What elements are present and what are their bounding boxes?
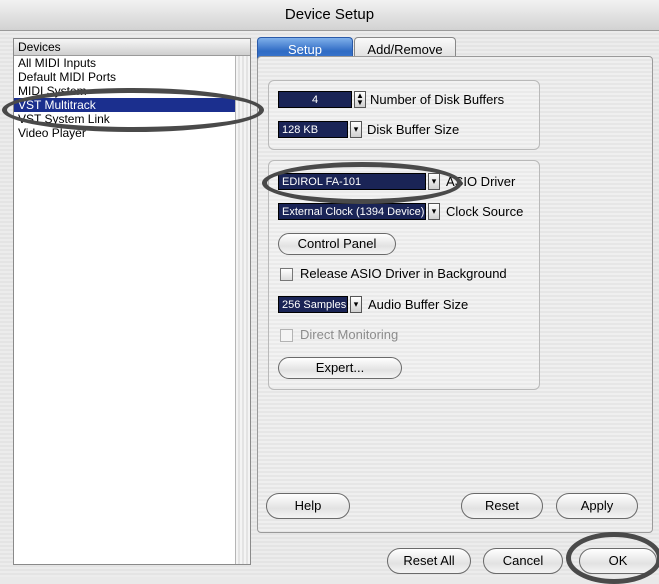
direct-monitoring-label: Direct Monitoring bbox=[300, 327, 399, 342]
asio-driver-label: ASIO Driver bbox=[446, 174, 516, 189]
apply-button[interactable]: Apply bbox=[556, 493, 638, 519]
device-list-scrollbar[interactable] bbox=[235, 56, 250, 564]
disk-buffers-label: Number of Disk Buffers bbox=[370, 92, 505, 107]
expert-button[interactable]: Expert... bbox=[278, 357, 402, 379]
release-driver-checkbox[interactable] bbox=[280, 268, 293, 281]
asio-driver-select[interactable]: EDIROL FA-101 bbox=[278, 173, 426, 190]
device-item-midi-system[interactable]: MIDI System bbox=[14, 84, 250, 98]
help-button[interactable]: Help bbox=[266, 493, 350, 519]
device-item-video-player[interactable]: Video Player bbox=[14, 126, 250, 140]
device-item-vst-multitrack[interactable]: VST Multitrack bbox=[14, 98, 250, 112]
direct-monitoring-checkbox[interactable] bbox=[280, 329, 293, 342]
asio-driver-dropdown-icon[interactable]: ▾ bbox=[428, 173, 440, 190]
clock-source-dropdown-icon[interactable]: ▾ bbox=[428, 203, 440, 220]
disk-buffer-size-select[interactable]: 128 KB bbox=[278, 121, 348, 138]
device-item-vst-system-link[interactable]: VST System Link bbox=[14, 112, 250, 126]
disk-buffer-size-label: Disk Buffer Size bbox=[367, 122, 460, 137]
device-list[interactable]: Devices All MIDI Inputs Default MIDI Por… bbox=[13, 38, 251, 565]
window-title: Device Setup bbox=[0, 0, 659, 31]
cancel-button[interactable]: Cancel bbox=[483, 548, 563, 574]
clock-source-label: Clock Source bbox=[446, 204, 524, 219]
disk-buffers-field[interactable]: 4 bbox=[278, 91, 352, 108]
control-panel-button[interactable]: Control Panel bbox=[278, 233, 396, 255]
device-item-all-midi-inputs[interactable]: All MIDI Inputs bbox=[14, 56, 250, 70]
disk-buffers-stepper[interactable]: ▲ ▼ bbox=[354, 91, 366, 108]
release-driver-label: Release ASIO Driver in Background bbox=[300, 266, 507, 281]
reset-button[interactable]: Reset bbox=[461, 493, 543, 519]
clock-source-select[interactable]: External Clock (1394 Device) bbox=[278, 203, 426, 220]
audio-buffer-size-label: Audio Buffer Size bbox=[368, 297, 469, 312]
audio-buffer-size-select[interactable]: 256 Samples bbox=[278, 296, 348, 313]
device-item-default-midi-ports[interactable]: Default MIDI Ports bbox=[14, 70, 250, 84]
ok-button[interactable]: OK bbox=[579, 548, 657, 574]
disk-buffer-size-dropdown-icon[interactable]: ▾ bbox=[350, 121, 362, 138]
audio-buffer-dropdown-icon[interactable]: ▾ bbox=[350, 296, 362, 313]
device-list-header[interactable]: Devices bbox=[14, 39, 250, 56]
reset-all-button[interactable]: Reset All bbox=[387, 548, 471, 574]
